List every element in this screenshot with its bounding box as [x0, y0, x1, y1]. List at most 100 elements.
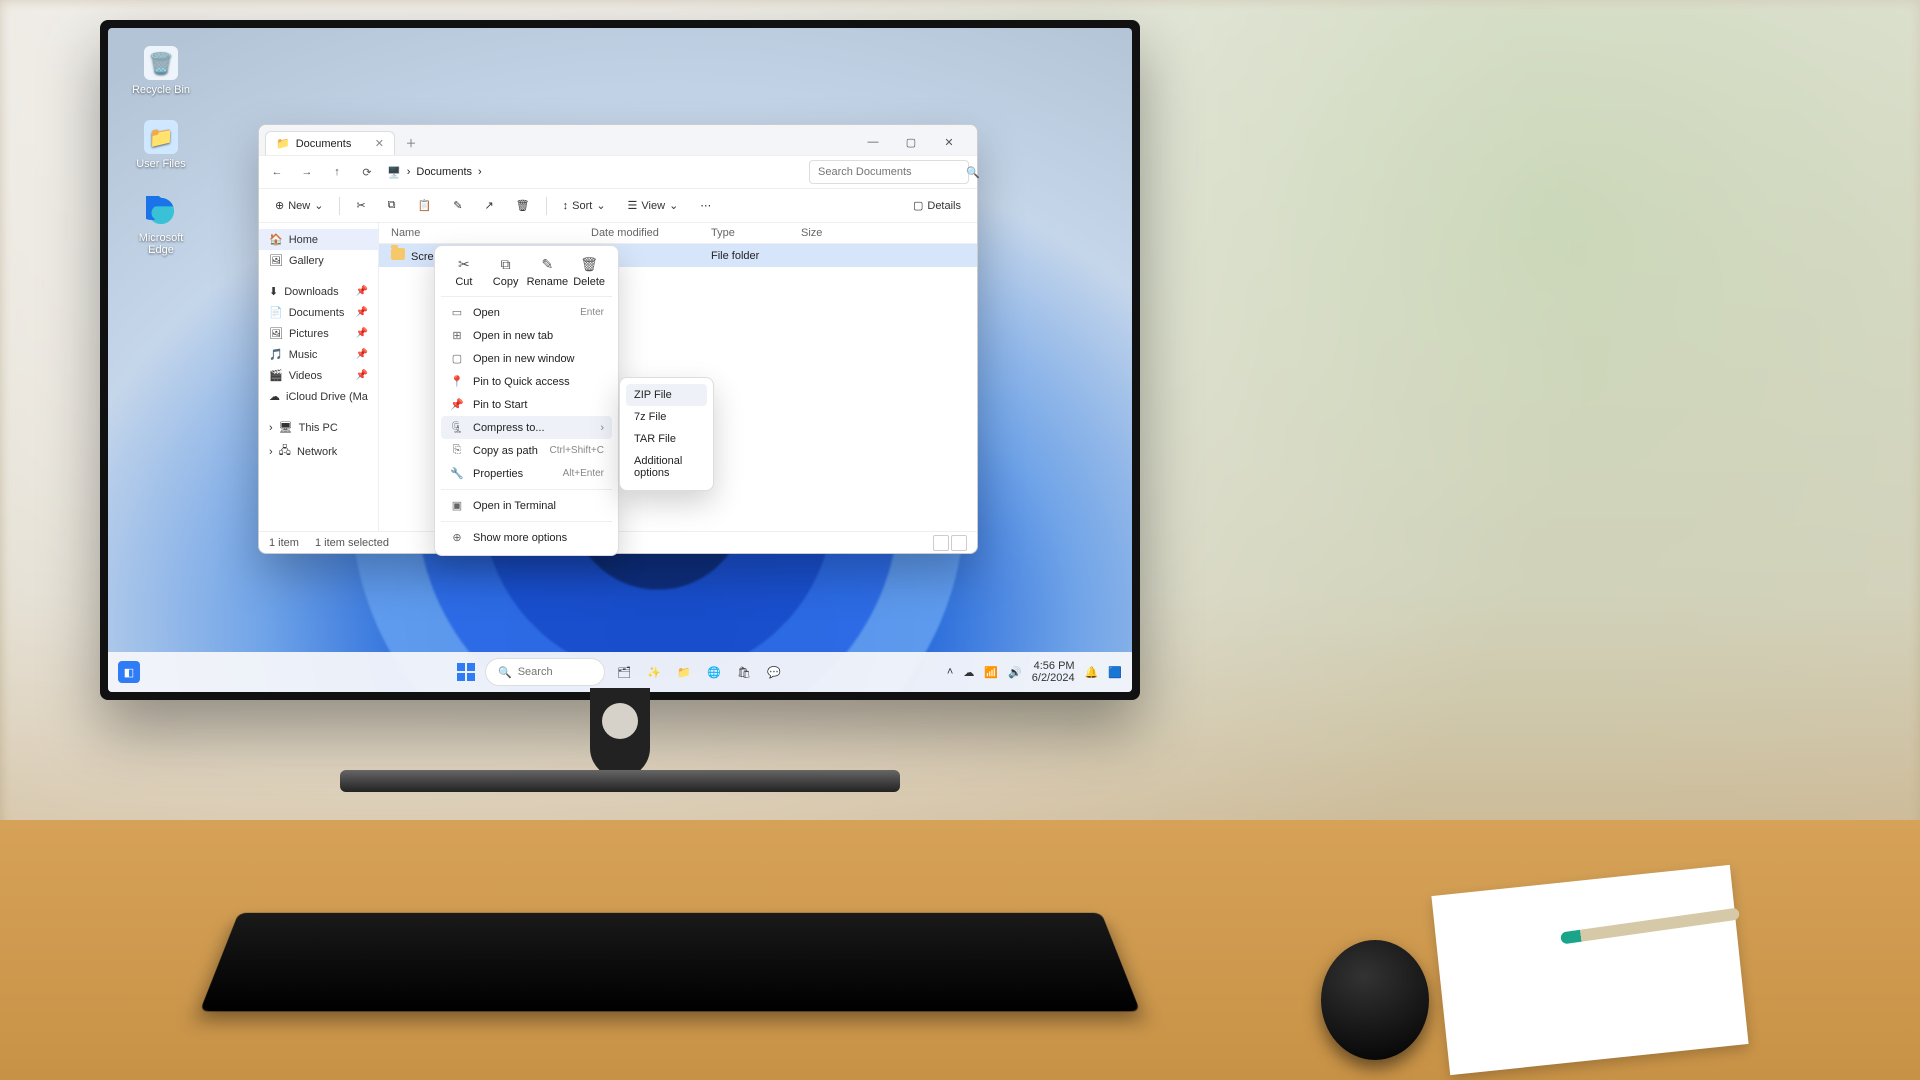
ctx-label: Open in new window [473, 353, 575, 365]
view-toggle[interactable] [933, 535, 967, 551]
explorer-taskbar[interactable]: 📁 [673, 661, 695, 683]
breadcrumb[interactable]: 🖥️ › Documents › [387, 166, 799, 179]
copy-button[interactable]: ⧉ [382, 196, 402, 215]
list-view-icon[interactable] [933, 535, 949, 551]
ctx-pin-quick[interactable]: 📍Pin to Quick access [441, 370, 612, 393]
nav-documents[interactable]: 📄Documents📌 [259, 302, 378, 323]
tab-documents[interactable]: 📁 Documents ✕ [265, 131, 395, 155]
view-button[interactable]: ☰View⌄ [622, 196, 685, 215]
ctx-pin-start[interactable]: 📌Pin to Start [441, 393, 612, 416]
ctx-compress[interactable]: 🗜Compress to...› [441, 416, 612, 439]
tray-chevron[interactable]: ˄ [947, 666, 953, 678]
keyboard [200, 913, 1140, 1011]
ctx-cut[interactable]: ✂Cut [443, 256, 485, 288]
grid-view-icon[interactable] [951, 535, 967, 551]
col-size[interactable]: Size [801, 227, 861, 239]
nav-pictures[interactable]: 🖼Pictures📌 [259, 323, 378, 344]
search-box[interactable]: 🔍 [809, 160, 969, 184]
col-name[interactable]: Name [391, 227, 591, 239]
ctx-rename[interactable]: ✎Rename [527, 256, 569, 288]
col-modified[interactable]: Date modified [591, 227, 711, 239]
nav-home[interactable]: 🏠Home [259, 229, 378, 250]
ctx-open-new-window[interactable]: ▢Open in new window [441, 347, 612, 370]
cut-button[interactable]: ✂ [350, 196, 371, 215]
task-view-button[interactable]: 🗂 [613, 661, 635, 683]
edge-taskbar[interactable]: 🌐 [703, 661, 725, 683]
up-button[interactable]: ↑ [327, 166, 347, 178]
forward-button[interactable]: → [297, 166, 317, 178]
minimize-button[interactable]: — [855, 129, 891, 155]
rename-button[interactable]: ✎ [447, 196, 468, 215]
ctx-properties[interactable]: 🔧PropertiesAlt+Enter [441, 462, 612, 485]
rename-icon: ✎ [542, 256, 554, 273]
taskbar-search[interactable]: 🔍 [485, 658, 605, 686]
copy-icon: ⧉ [388, 199, 396, 212]
gallery-icon: 🖼 [269, 254, 283, 267]
copilot-tray-icon[interactable]: 🟦 [1108, 666, 1122, 679]
mouse [1321, 940, 1429, 1060]
nav-music[interactable]: 🎵Music📌 [259, 344, 378, 365]
ctx-label: Copy [493, 276, 519, 288]
sub-7z[interactable]: 7z File [626, 406, 707, 428]
sub-tar[interactable]: TAR File [626, 428, 707, 450]
status-items: 1 item [269, 537, 299, 549]
file-explorer-window: 📁 Documents ✕ ＋ — ▢ ✕ ← → ↑ ⟳ 🖥️ › [258, 124, 978, 554]
desktop-icon-edge[interactable]: Microsoft Edge [126, 194, 196, 256]
notifications-icon[interactable]: 🔔 [1085, 666, 1099, 679]
delete-button[interactable]: 🗑 [510, 196, 536, 215]
maximize-button[interactable]: ▢ [893, 129, 929, 155]
ctx-delete[interactable]: 🗑Delete [568, 256, 610, 288]
ctx-show-more[interactable]: ⊕Show more options [441, 526, 612, 549]
start-button[interactable] [455, 661, 477, 683]
nav-videos[interactable]: 🎬Videos📌 [259, 365, 378, 386]
widgets-button[interactable]: ◧ [118, 661, 140, 683]
nav-icloud[interactable]: ☁iCloud Drive (Ma [259, 386, 378, 407]
col-type[interactable]: Type [711, 227, 801, 239]
ctx-terminal[interactable]: ▣Open in Terminal [441, 494, 612, 517]
share-button[interactable]: ↗ [478, 196, 499, 215]
nav-this-pc[interactable]: ›🖥This PC [259, 417, 378, 438]
ctx-copy-path[interactable]: ⎘Copy as pathCtrl+Shift+C [441, 439, 612, 462]
new-button[interactable]: ⊕New⌄ [269, 196, 329, 215]
desktop-icon-user-files[interactable]: 📁 User Files [126, 120, 196, 170]
refresh-button[interactable]: ⟳ [357, 166, 377, 179]
rename-icon: ✎ [453, 199, 462, 212]
new-tab-button[interactable]: ＋ [399, 131, 423, 155]
details-button[interactable]: ▢Details [907, 196, 967, 215]
ctx-label: Properties [473, 468, 523, 480]
ctx-copy[interactable]: ⧉Copy [485, 256, 527, 288]
monitor-stand [520, 688, 720, 808]
teams-taskbar[interactable]: 💬 [763, 661, 785, 683]
ctx-label: 7z File [634, 411, 666, 423]
more-button[interactable]: ⋯ [694, 196, 717, 215]
ctx-open-new-tab[interactable]: ⊞Open in new tab [441, 324, 612, 347]
volume-icon[interactable]: 🔊 [1008, 666, 1022, 679]
context-top-actions: ✂Cut ⧉Copy ✎Rename 🗑Delete [441, 252, 612, 297]
archive-icon: 🗜 [449, 421, 465, 434]
taskbar-search-input[interactable] [518, 666, 598, 678]
back-button[interactable]: ← [267, 166, 287, 178]
shortcut: Enter [580, 307, 604, 318]
nav-downloads[interactable]: ⬇Downloads📌 [259, 281, 378, 302]
close-tab-icon[interactable]: ✕ [375, 137, 384, 150]
onedrive-icon[interactable]: ☁ [963, 666, 974, 679]
desktop-screen: 🗑️ Recycle Bin 📁 User Files Microsoft Ed… [108, 28, 1132, 692]
store-taskbar[interactable]: 🛍 [733, 661, 755, 683]
copilot-button[interactable]: ✨ [643, 661, 665, 683]
search-input[interactable] [818, 166, 960, 178]
wifi-icon[interactable]: 📶 [984, 666, 998, 679]
ctx-open[interactable]: ▭OpenEnter [441, 301, 612, 324]
sort-button[interactable]: ↕Sort⌄ [557, 196, 612, 215]
close-button[interactable]: ✕ [931, 129, 967, 155]
nav-label: Network [297, 446, 337, 458]
sub-zip[interactable]: ZIP File [626, 384, 707, 406]
sub-additional[interactable]: Additional options [626, 450, 707, 484]
clock[interactable]: 4:56 PM 6/2/2024 [1032, 660, 1075, 684]
nav-network[interactable]: ›🖧Network [259, 438, 378, 465]
ctx-label: Cut [455, 276, 472, 288]
paste-button[interactable]: 📋 [412, 196, 438, 215]
desktop-icon-recycle-bin[interactable]: 🗑️ Recycle Bin [126, 46, 196, 96]
ctx-label: ZIP File [634, 389, 672, 401]
column-headers[interactable]: Name Date modified Type Size [379, 223, 977, 244]
nav-gallery[interactable]: 🖼Gallery [259, 250, 378, 271]
